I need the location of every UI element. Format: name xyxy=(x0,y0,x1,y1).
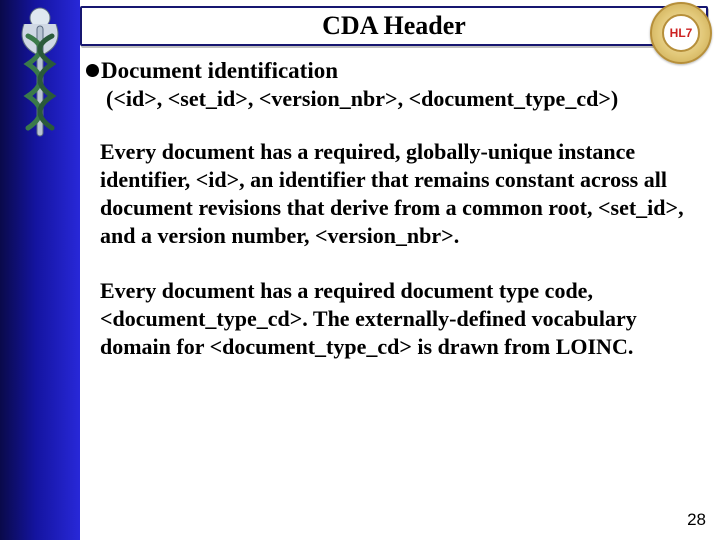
page-number: 28 xyxy=(687,510,706,530)
slide-title: CDA Header xyxy=(322,11,466,41)
paragraph-2: Every document has a required document t… xyxy=(100,277,706,361)
hl7-seal-icon: HL7 xyxy=(650,2,712,64)
paragraph-1: Every document has a required, globally-… xyxy=(100,138,706,251)
title-bar: CDA Header xyxy=(80,6,708,46)
seal-label: HL7 xyxy=(662,14,700,52)
bullet-item: Document identification xyxy=(86,58,706,84)
slide-content: Document identification (<id>, <set_id>,… xyxy=(86,58,706,361)
sidebar-decoration xyxy=(0,0,80,540)
bullet-heading: Document identification xyxy=(101,58,338,84)
bullet-subheading: (<id>, <set_id>, <version_nbr>, <documen… xyxy=(106,86,706,112)
bullet-icon xyxy=(86,64,99,77)
caduceus-icon xyxy=(8,6,72,146)
